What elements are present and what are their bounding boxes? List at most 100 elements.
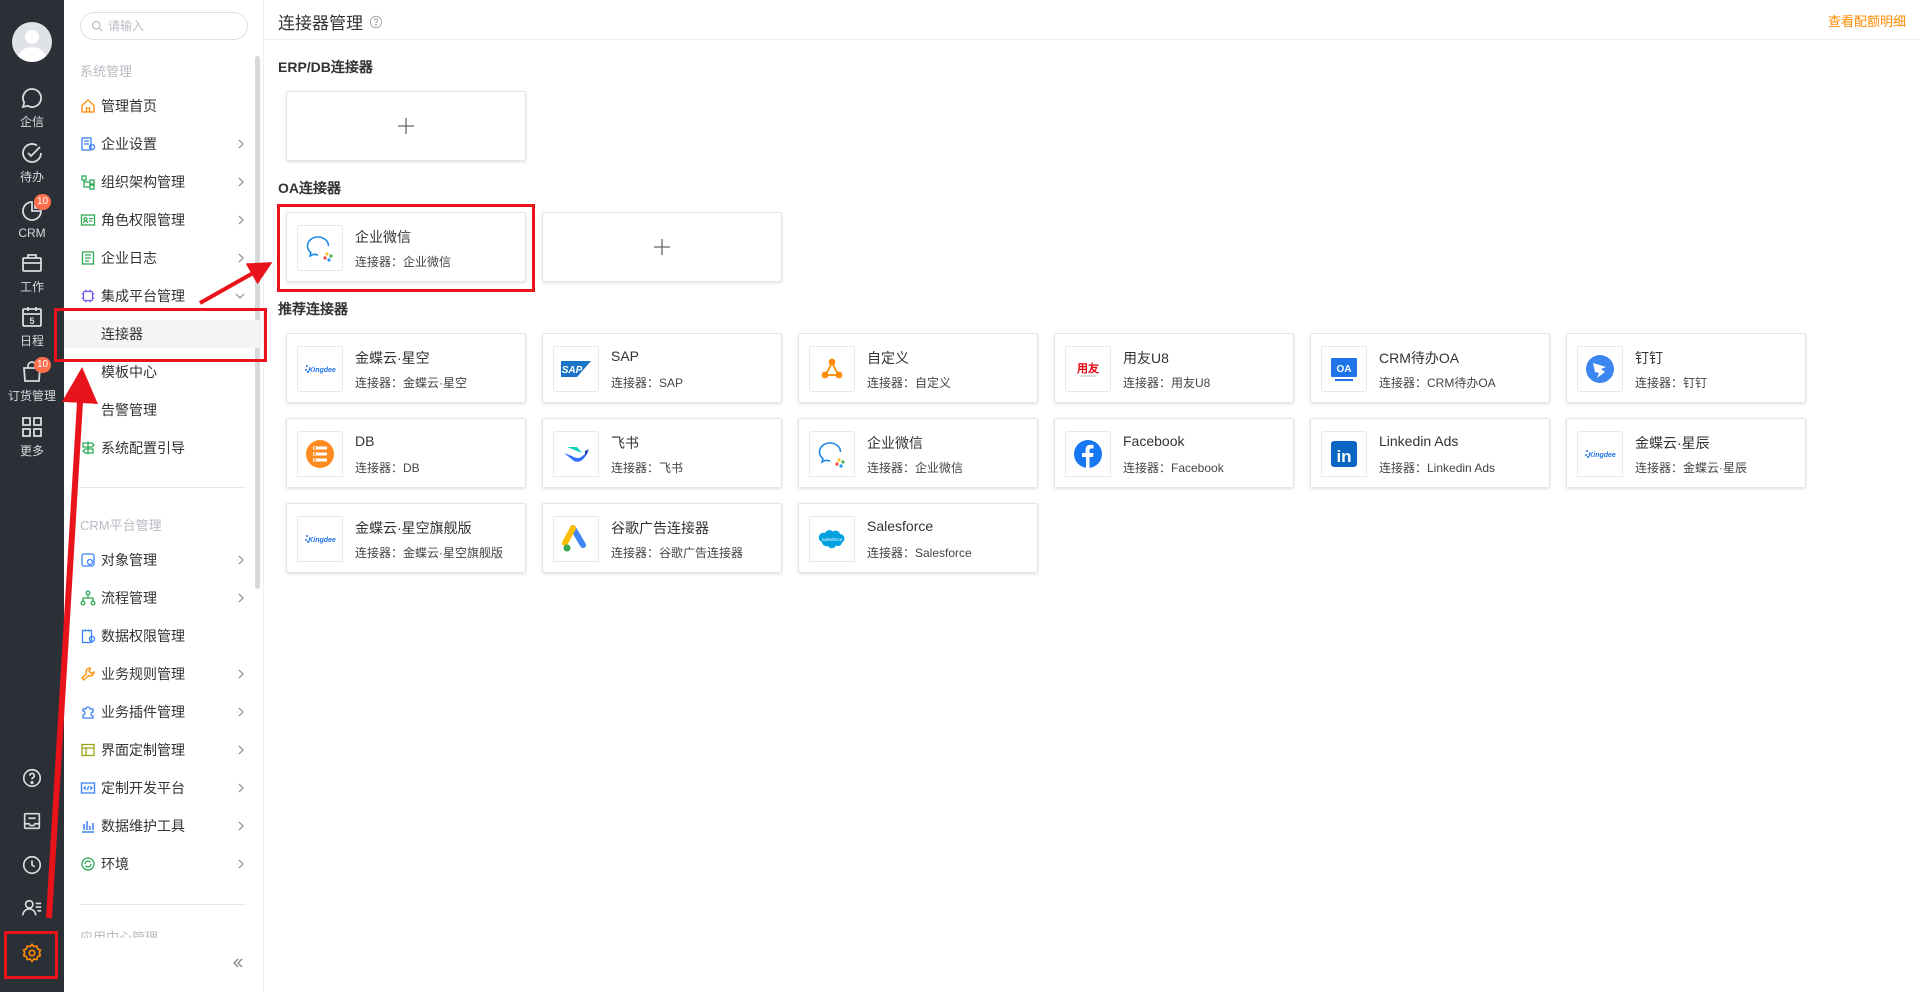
sap-logo-text: SAP [562,365,583,376]
salesforce-icon: salesforce [818,530,845,549]
quota-detail-link[interactable]: 查看配额明细 [1828,11,1906,30]
connector-name: 企业微信 [867,435,923,451]
connector-subtitle: 连接器：企业微信 [355,255,452,269]
menu-label: 业务插件管理 [101,704,185,720]
connector-card-dingtalk[interactable]: 钉钉 连接器：钉钉 [1566,333,1806,403]
connector-subtitle: 连接器：Facebook [1123,461,1224,475]
menu-item-dev-platform[interactable]: 定制开发平台 [80,774,246,802]
connector-card-kingdee-star[interactable]: Kingdee 金蝶云·星辰 连接器：金蝶云·星辰 [1566,418,1806,488]
connector-card-sap[interactable]: SAP SAP 连接器：SAP [542,333,782,403]
menu-item-data-permission[interactable]: 数据权限管理 [80,622,246,650]
connector-card-linkedin[interactable]: in Linkedin Ads 连接器：Linkedin Ads [1310,418,1550,488]
menu-item-environment[interactable]: 环境 [80,850,246,878]
connector-card-wecom[interactable]: 企业微信 连接器：企业微信 [286,212,526,282]
connector-card-google-ads[interactable]: 谷歌广告连接器 连接器：谷歌广告连接器 [542,503,782,573]
help-circle-icon[interactable] [369,15,383,29]
connector-name: Facebook [1123,433,1185,449]
chevron-right-icon [238,821,244,831]
menu-item-business-rules[interactable]: 业务规则管理 [80,660,246,688]
nav-search[interactable] [80,12,248,40]
rail-inbox[interactable] [0,801,64,841]
search-input[interactable] [108,19,238,33]
connector-logo [553,431,599,477]
wecom-icon [818,442,845,468]
plus-icon [398,118,414,134]
menu-item-company-settings[interactable]: 企业设置 [80,130,246,158]
rail-history[interactable] [0,845,64,885]
rail-item-chat[interactable]: 企信 [0,81,64,135]
connector-subtitle: 连接器：金蝶云·星空旗舰版 [355,546,503,560]
connector-logo: SAP [553,346,599,392]
menu-item-org[interactable]: 组织架构管理 [80,168,246,196]
connector-logo [1065,431,1111,477]
menu-item-home[interactable]: 管理首页 [80,92,246,120]
rail-item-schedule[interactable]: 5 日程 [0,300,64,354]
rail-item-todo[interactable]: 待办 [0,136,64,190]
page-title: 连接器管理 [278,9,383,34]
menu-item-data-tools[interactable]: 数据维护工具 [80,812,246,840]
connector-subtitle: 连接器：钉钉 [1635,376,1708,390]
connector-name: 金蝶云·星空旗舰版 [355,520,472,536]
collapse-double-chevron-icon[interactable] [230,955,246,971]
chevron-right-icon [238,253,244,263]
signpost-icon [82,441,95,455]
sub-item-alerts[interactable]: 告警管理 [80,396,246,424]
connector-card-yonyou-u8[interactable]: 用友 用友U8 连接器：用友U8 [1054,333,1294,403]
rail-settings[interactable] [0,933,64,973]
admin-nav: 系统管理 管理首页 企业设置 组织架构管理 角色权限管理 企业日志 集成平台 [64,0,264,992]
chevron-down-icon [235,293,245,299]
kingdee-logo-icon: Kingdee [1585,450,1616,459]
connector-card-wecom-2[interactable]: 企业微信 连接器：企业微信 [798,418,1038,488]
rail-item-crm[interactable]: CRM 10 [0,192,64,246]
rail-item-more[interactable]: 更多 [0,410,64,464]
rail-item-work[interactable]: 工作 [0,246,64,300]
orders-badge: 10 [34,357,52,373]
connector-name: SAP [611,348,640,364]
connector-name: 钉钉 [1635,350,1663,366]
kingdee-logo-icon: Kingdee [305,535,336,544]
connector-subtitle: 连接器：Salesforce [867,546,972,560]
wecom-icon [306,236,333,262]
rail-label: 更多 [19,444,44,458]
connector-card-crm-oa[interactable]: OA CRM待办OA 连接器：CRM待办OA [1310,333,1550,403]
kingdee-logo-text: Kingdee [308,537,336,544]
connector-card-custom[interactable]: 自定义 连接器：自定义 [798,333,1038,403]
add-erp-connector-button[interactable] [286,91,526,161]
group-title-apps: 应用中心管理 [80,930,159,938]
menu-item-logs[interactable]: 企业日志 [80,244,246,272]
connector-card-kingdee-flagship[interactable]: Kingdee 金蝶云·星空旗舰版 连接器：金蝶云·星空旗舰版 [286,503,526,573]
page-title-text: 连接器管理 [278,14,363,33]
connector-logo [809,431,855,477]
add-oa-connector-button[interactable] [542,212,782,282]
window-icon [81,743,95,757]
connector-card-salesforce[interactable]: salesforce Salesforce 连接器：Salesforce [798,503,1038,573]
inbox-icon [23,812,41,830]
menu-item-roles[interactable]: 角色权限管理 [80,206,246,234]
menu-item-integration[interactable]: 集成平台管理 [80,282,246,310]
connector-card-facebook[interactable]: Facebook 连接器：Facebook [1054,418,1294,488]
environment-icon [81,857,95,871]
menu-item-process[interactable]: 流程管理 [80,584,246,612]
sub-item-connectors[interactable]: 连接器 [64,320,262,348]
rail-help[interactable] [0,758,64,798]
connector-card-db[interactable]: DB 连接器：DB [286,418,526,488]
yonyou-logo-text: 用友 [1077,361,1099,375]
plus-icon [654,239,670,255]
menu-item-objects[interactable]: 对象管理 [80,546,246,574]
sub-item-templates[interactable]: 模板中心 [80,358,246,386]
calendar-date: 5 [29,316,34,326]
grid-icon [22,417,42,437]
rail-item-orders[interactable]: 订货管理 10 [0,355,64,409]
connector-card-kingdee-galaxy[interactable]: Kingdee 金蝶云·星空 连接器：金蝶云·星空 [286,333,526,403]
avatar[interactable] [12,22,52,62]
connector-name: 谷歌广告连接器 [611,520,709,536]
menu-label: 定制开发平台 [101,780,185,796]
menu-item-config-guide[interactable]: 系统配置引导 [80,434,246,462]
menu-item-plugins[interactable]: 业务插件管理 [80,698,246,726]
data-permission-icon [81,629,96,644]
section-title-recommended: 推荐连接器 [278,301,348,317]
settings-icon [22,942,42,963]
menu-item-ui-custom[interactable]: 界面定制管理 [80,736,246,764]
connector-card-feishu[interactable]: 飞书 连接器：飞书 [542,418,782,488]
rail-contacts[interactable] [0,888,64,928]
